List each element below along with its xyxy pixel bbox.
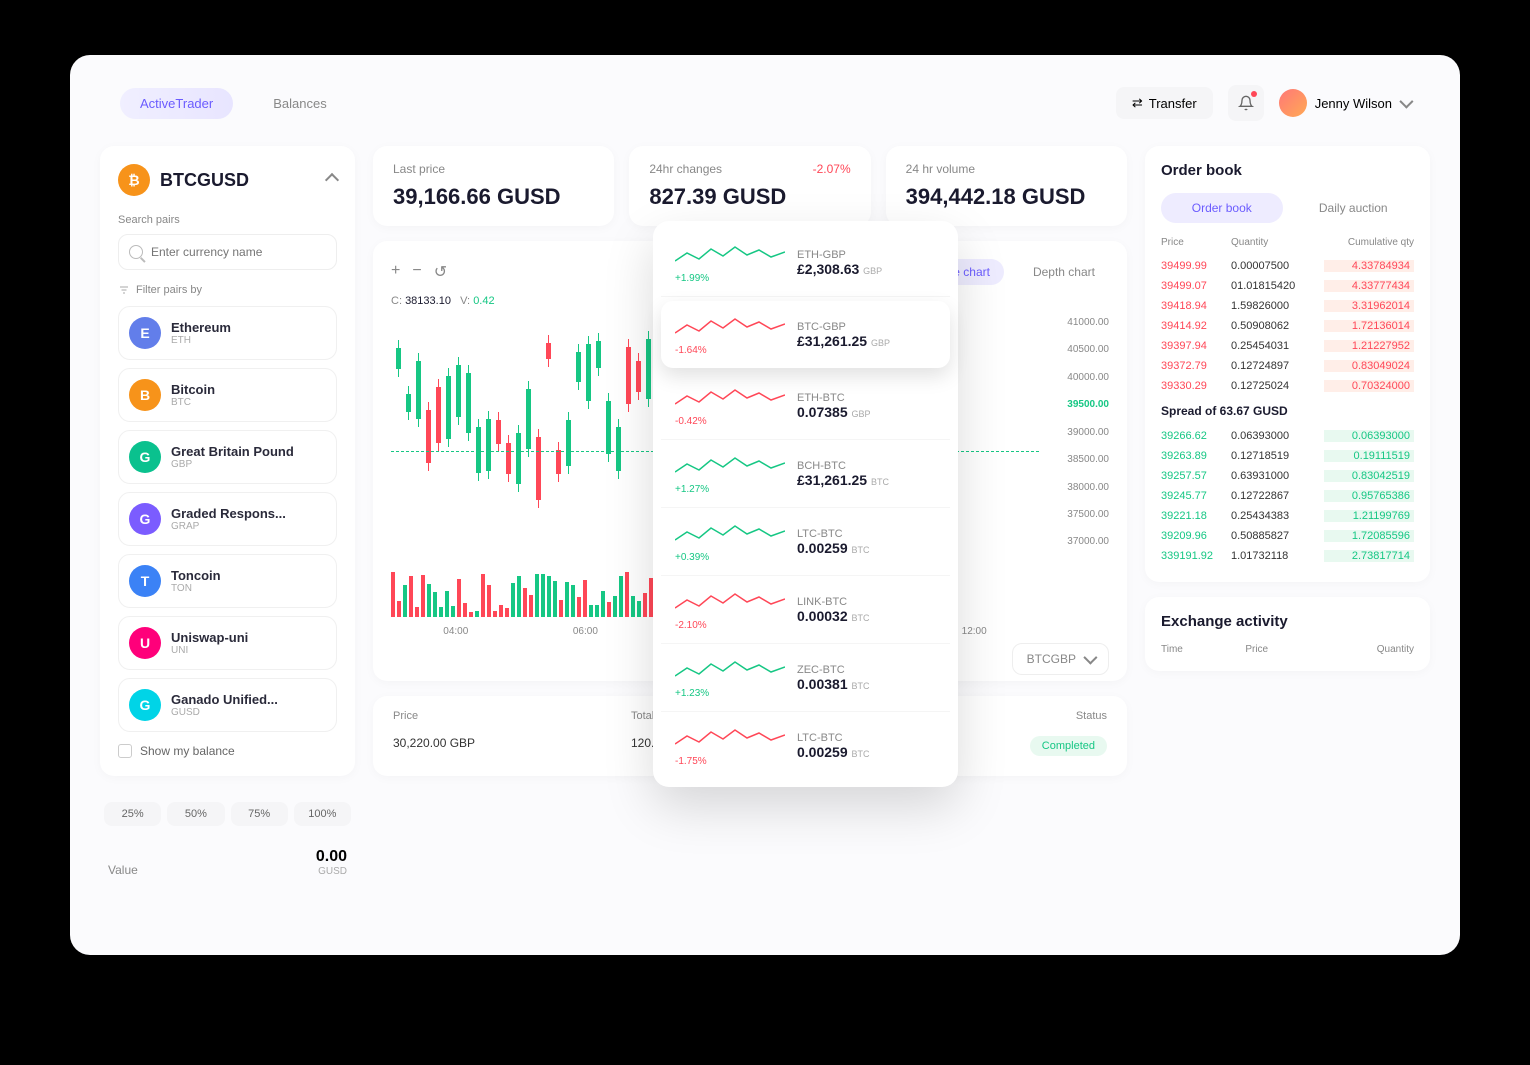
sparkline	[675, 313, 785, 343]
pair-item[interactable]: E EthereumETH	[118, 306, 337, 360]
tab-balances[interactable]: Balances	[253, 88, 346, 119]
chevron-down-icon	[1083, 651, 1097, 665]
price-item[interactable]: +1.23% ZEC-BTC0.00381 BTC	[661, 644, 950, 712]
orderbook-row[interactable]: 39499.990.000075004.33784934	[1161, 256, 1414, 276]
orderbook-row[interactable]: 39257.570.639310000.83042519	[1161, 466, 1414, 486]
tab-active-trader[interactable]: ActiveTrader	[120, 88, 233, 119]
pair-item[interactable]: G Ganado Unified...GUSD	[118, 678, 337, 732]
filter-icon	[118, 284, 130, 296]
percent-button[interactable]: 50%	[167, 802, 224, 826]
orderbook-row[interactable]: 39372.790.127248970.83049024	[1161, 356, 1414, 376]
price-item[interactable]: +1.27% BCH-BTC£31,261.25 BTC	[661, 440, 950, 508]
user-menu[interactable]: Jenny Wilson	[1279, 89, 1410, 117]
pair-item[interactable]: G Great Britain PoundGBP	[118, 430, 337, 484]
orderbook-row[interactable]: 39397.940.254540311.21227952	[1161, 336, 1414, 356]
filter-header[interactable]: Filter pairs by	[118, 284, 337, 296]
stat-card: 24hr changes-2.07%827.39 GUSD	[629, 146, 870, 226]
orderbook-row[interactable]: 39499.0701.018154204.33777434	[1161, 276, 1414, 296]
status-badge: Completed	[1030, 736, 1107, 756]
notification-bell-icon[interactable]	[1228, 85, 1264, 121]
pair-item[interactable]: U Uniswap-uniUNI	[118, 616, 337, 670]
search-box[interactable]	[118, 234, 337, 270]
activity-title: Exchange activity	[1161, 613, 1414, 630]
chevron-up-icon[interactable]	[325, 173, 339, 187]
orderbook-row[interactable]: 39221.180.254343831.21199769	[1161, 506, 1414, 526]
user-name: Jenny Wilson	[1315, 96, 1392, 111]
orderbook-row[interactable]: 39330.290.127250240.70324000	[1161, 376, 1414, 396]
price-item[interactable]: +1.99% ETH-GBP£2,308.63 GBP	[661, 229, 950, 297]
pair-item[interactable]: T ToncoinTON	[118, 554, 337, 608]
pair-title: BTCGUSD	[160, 170, 249, 191]
transfer-icon: ⇄	[1132, 95, 1143, 111]
show-balance-checkbox[interactable]: Show my balance	[118, 744, 337, 758]
price-item[interactable]: +0.39% LTC-BTC0.00259 BTC	[661, 508, 950, 576]
sparkline	[675, 452, 785, 482]
chevron-down-icon	[1399, 95, 1413, 109]
sparkline	[675, 241, 785, 271]
header: ActiveTrader Balances ⇄ Transfer Jenny W…	[100, 75, 1430, 131]
price-item[interactable]: -2.10% LINK-BTC0.00032 BTC	[661, 576, 950, 644]
price-item[interactable]: -0.42% ETH-BTC0.07385 GBP	[661, 372, 950, 440]
percent-button[interactable]: 25%	[104, 802, 161, 826]
sparkline	[675, 724, 785, 754]
checkbox-icon	[118, 744, 132, 758]
coin-icon: G	[129, 441, 161, 473]
orderbook-row[interactable]: 39418.941.598260003.31962014	[1161, 296, 1414, 316]
coin-icon: B	[129, 379, 161, 411]
avatar	[1279, 89, 1307, 117]
coin-icon: G	[129, 689, 161, 721]
price-item[interactable]: -1.64% BTC-GBP£31,261.25 GBP	[661, 301, 950, 368]
price-item[interactable]: -1.75% LTC-BTC0.00259 BTC	[661, 712, 950, 779]
coin-icon: G	[129, 503, 161, 535]
orderbook-row[interactable]: 39245.770.127228670.95765386	[1161, 486, 1414, 506]
search-input[interactable]	[151, 245, 326, 259]
percent-button[interactable]: 75%	[231, 802, 288, 826]
pair-selector[interactable]: BTCGBP	[1012, 643, 1109, 675]
order-book-title: Order book	[1161, 162, 1414, 179]
stat-card: 24 hr volume394,442.18 GUSD	[886, 146, 1127, 226]
transfer-label: Transfer	[1149, 96, 1197, 111]
orderbook-row[interactable]: 339191.921.017321182.73817714	[1161, 546, 1414, 566]
zoom-in-icon[interactable]: +	[391, 262, 400, 282]
order-book: Order book Order book Daily auction Pric…	[1145, 146, 1430, 582]
search-label: Search pairs	[118, 214, 337, 226]
orderbook-row[interactable]: 39263.890.127185190.19111519	[1161, 446, 1414, 466]
tab-daily-auction[interactable]: Daily auction	[1293, 193, 1415, 223]
exchange-activity: Exchange activity Time Price Quantity	[1145, 597, 1430, 671]
zoom-out-icon[interactable]: −	[412, 262, 421, 282]
sparkline	[675, 588, 785, 618]
coin-icon: T	[129, 565, 161, 597]
stat-card: Last price39,166.66 GUSD	[373, 146, 614, 226]
sidebar-pairs: ₿ BTCGUSD Search pairs Filter pairs by E…	[100, 146, 355, 776]
orderbook-row[interactable]: 39414.920.509080621.72136014	[1161, 316, 1414, 336]
pair-item[interactable]: B BitcoinBTC	[118, 368, 337, 422]
sparkline	[675, 384, 785, 414]
sparkline	[675, 520, 785, 550]
value-label: Value	[108, 863, 138, 877]
orderbook-row[interactable]: 39266.620.063930000.06393000	[1161, 426, 1414, 446]
tab-order-book[interactable]: Order book	[1161, 193, 1283, 223]
tab-depth-chart[interactable]: Depth chart	[1019, 259, 1109, 285]
price-list-popup: +1.99% ETH-GBP£2,308.63 GBP-1.64% BTC-GB…	[653, 221, 958, 787]
search-icon	[129, 245, 143, 259]
orderbook-row[interactable]: 39209.960.508858271.72085596	[1161, 526, 1414, 546]
pair-item[interactable]: G Graded Respons...GRAP	[118, 492, 337, 546]
bitcoin-icon: ₿	[118, 164, 150, 196]
value-unit: GUSD	[316, 866, 347, 877]
sparkline	[675, 656, 785, 686]
spread-label: Spread of 63.67 GUSD	[1161, 396, 1414, 426]
transfer-button[interactable]: ⇄ Transfer	[1116, 87, 1213, 119]
coin-icon: E	[129, 317, 161, 349]
refresh-icon[interactable]: ↺	[434, 262, 447, 282]
value-amount: 0.00	[316, 848, 347, 866]
percent-button[interactable]: 100%	[294, 802, 351, 826]
coin-icon: U	[129, 627, 161, 659]
